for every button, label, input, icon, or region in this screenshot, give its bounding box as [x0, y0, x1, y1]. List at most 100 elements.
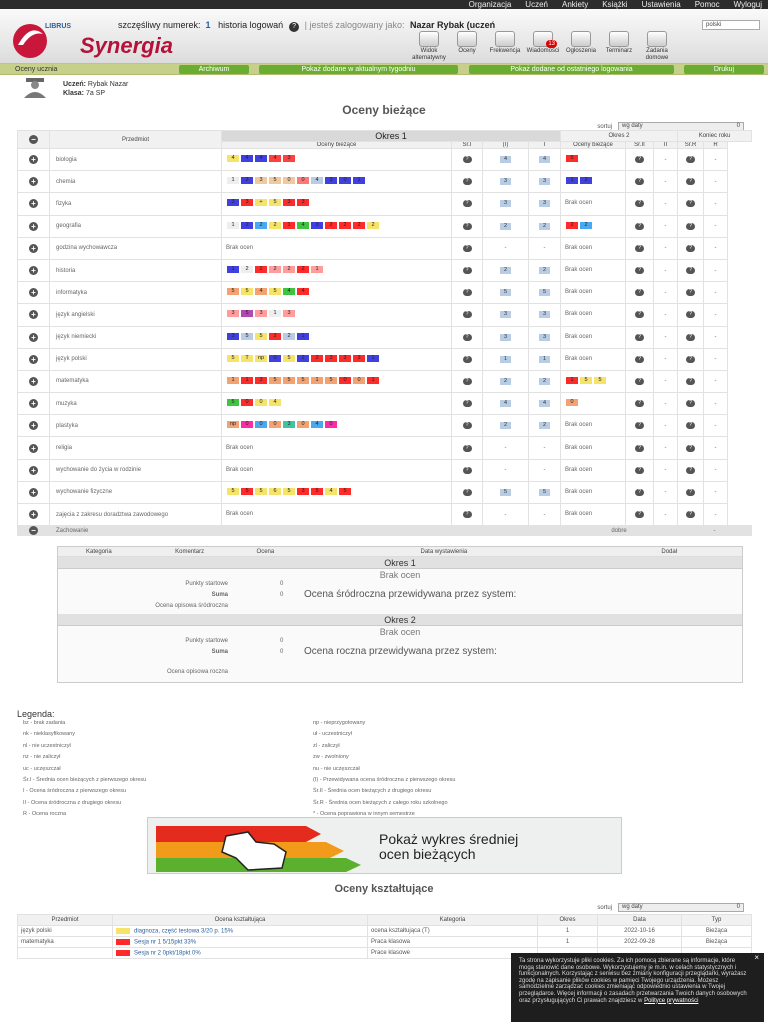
plus-icon[interactable]: + — [29, 199, 38, 209]
plus-icon[interactable]: + — [29, 221, 38, 231]
grade-chip[interactable]: 2 — [580, 221, 593, 229]
plus-icon[interactable]: + — [29, 332, 38, 342]
top-nav-item[interactable]: Ankiety — [562, 0, 588, 9]
grade-chip[interactable]: 5 — [566, 155, 579, 163]
row-expand[interactable]: + — [17, 392, 50, 416]
grade-chip[interactable]: 1 — [367, 376, 379, 384]
grade-chip[interactable]: 1 — [227, 376, 239, 384]
grade-chip[interactable]: 5 — [227, 399, 239, 407]
question-icon[interactable]: ? — [462, 488, 472, 496]
icon-attendance[interactable]: Frekwencja — [486, 31, 524, 62]
grade-chip[interactable]: 3 — [325, 177, 337, 185]
question-icon[interactable]: ? — [635, 355, 645, 363]
grade-chip[interactable]: 1 — [227, 177, 239, 185]
question-icon[interactable]: ? — [686, 289, 696, 297]
plus-icon[interactable]: + — [29, 465, 38, 475]
icon-calendar[interactable]: Terminarz — [600, 31, 638, 62]
grade-chip[interactable]: 2 — [580, 177, 593, 185]
print-button[interactable]: Drukuj — [684, 65, 764, 74]
row-expand[interactable]: + — [17, 258, 50, 283]
grade-chip[interactable]: 3 — [255, 376, 267, 384]
language-select[interactable]: polski — [702, 20, 760, 30]
header-expand[interactable]: − — [17, 130, 50, 149]
grade-chip[interactable]: 3 — [297, 199, 309, 207]
question-icon[interactable]: ? — [462, 333, 472, 341]
grade-chip[interactable]: 3 — [283, 199, 295, 207]
question-icon[interactable]: ? — [635, 466, 645, 474]
top-nav-item[interactable]: Ustawienia — [642, 0, 681, 9]
grade-chip[interactable]: 1 — [227, 221, 239, 229]
question-icon[interactable]: ? — [462, 267, 472, 275]
top-nav-item[interactable]: Książki — [602, 0, 627, 9]
grade-chip[interactable]: 3 — [227, 310, 239, 318]
formative-grade-text[interactable]: Sesja nr 1 5/15pkt 33% — [134, 939, 196, 945]
grade-chip[interactable]: 2 — [269, 265, 281, 273]
grade-chip[interactable]: 2 — [283, 332, 295, 340]
grade-chip[interactable]: 0 — [325, 421, 337, 429]
tab-grades[interactable]: Oceny ucznia — [0, 66, 120, 73]
grade-chip[interactable]: 0 — [269, 421, 281, 429]
grade-chip[interactable]: 0 — [255, 421, 267, 429]
grade-chip[interactable]: 0 — [353, 376, 365, 384]
grade-chip[interactable]: 2 — [297, 354, 309, 362]
grade-chip[interactable]: 2 — [269, 221, 281, 229]
grade-chip[interactable]: 5 — [269, 177, 281, 185]
question-icon[interactable]: ? — [635, 289, 645, 297]
plus-icon[interactable]: + — [29, 288, 38, 298]
grade-chip[interactable]: 4 — [311, 421, 323, 429]
question-icon[interactable]: ? — [635, 311, 645, 319]
question-icon[interactable]: ? — [686, 244, 696, 252]
formative-grade[interactable]: Sesja nr 1 5/15pkt 33% — [112, 936, 368, 948]
grade-chip[interactable]: 5 — [241, 310, 253, 318]
grade-chip[interactable]: 0 — [339, 376, 351, 384]
grade-chip[interactable]: 3 — [283, 155, 295, 163]
question-icon[interactable]: ? — [462, 200, 472, 208]
grade-chip[interactable]: 0 — [297, 421, 309, 429]
question-icon[interactable]: ? — [635, 200, 645, 208]
grade-chip[interactable]: T — [241, 354, 253, 362]
row-expand[interactable]: + — [17, 414, 50, 438]
grade-chip[interactable]: 5 — [241, 288, 253, 296]
row-expand[interactable]: + — [17, 502, 50, 527]
grade-chip[interactable]: 5 — [297, 376, 309, 384]
grade-chip[interactable]: 1 — [367, 354, 379, 362]
question-icon[interactable]: ? — [635, 488, 645, 496]
question-icon[interactable]: ? — [635, 400, 645, 408]
grade-chip[interactable]: 0 — [241, 399, 253, 407]
grade-chip[interactable]: 2 — [269, 332, 281, 340]
grade-chip[interactable]: 2 — [325, 221, 337, 229]
grade-chip[interactable]: 5 — [241, 487, 253, 495]
grade-chip[interactable]: 1 — [311, 265, 323, 273]
question-icon[interactable]: ? — [462, 400, 472, 408]
grade-chip[interactable]: 4 — [311, 177, 323, 185]
grade-chip[interactable]: 0 — [269, 354, 281, 362]
question-icon[interactable]: ? — [462, 222, 472, 230]
grade-chip[interactable]: 5 — [325, 376, 337, 384]
grade-chip[interactable]: 0 — [241, 421, 253, 429]
grade-chip[interactable]: 4 — [269, 399, 281, 407]
row-expand[interactable]: + — [17, 170, 50, 194]
grade-chip[interactable]: 0 — [339, 177, 351, 185]
question-icon[interactable]: ? — [686, 178, 696, 186]
grade-chip[interactable]: 5 — [283, 487, 295, 495]
plus-icon[interactable]: + — [29, 443, 38, 453]
grade-chip[interactable]: 3 — [353, 354, 365, 362]
grade-chip[interactable]: 4 — [269, 155, 281, 163]
question-icon[interactable]: ? — [635, 377, 645, 385]
plus-icon[interactable]: + — [29, 243, 38, 253]
grade-chip[interactable]: 2 — [566, 221, 579, 229]
plus-icon[interactable]: + — [29, 421, 38, 431]
row-expand[interactable]: + — [17, 303, 50, 327]
grade-chip[interactable]: 5 — [283, 376, 295, 384]
plus-icon[interactable]: + — [29, 310, 38, 320]
grade-chip[interactable]: 0 — [566, 399, 579, 407]
row-expand[interactable]: + — [17, 325, 50, 349]
grade-chip[interactable]: 5 — [227, 354, 239, 362]
grade-chip[interactable]: 3 — [325, 354, 337, 362]
plus-icon[interactable]: + — [29, 510, 38, 520]
question-icon[interactable]: ? — [686, 222, 696, 230]
grade-chip[interactable]: 5 — [255, 487, 267, 495]
grade-chip[interactable]: 3 — [255, 310, 267, 318]
question-icon[interactable]: ? — [686, 156, 696, 164]
grade-chip[interactable]: 5 — [255, 332, 267, 340]
